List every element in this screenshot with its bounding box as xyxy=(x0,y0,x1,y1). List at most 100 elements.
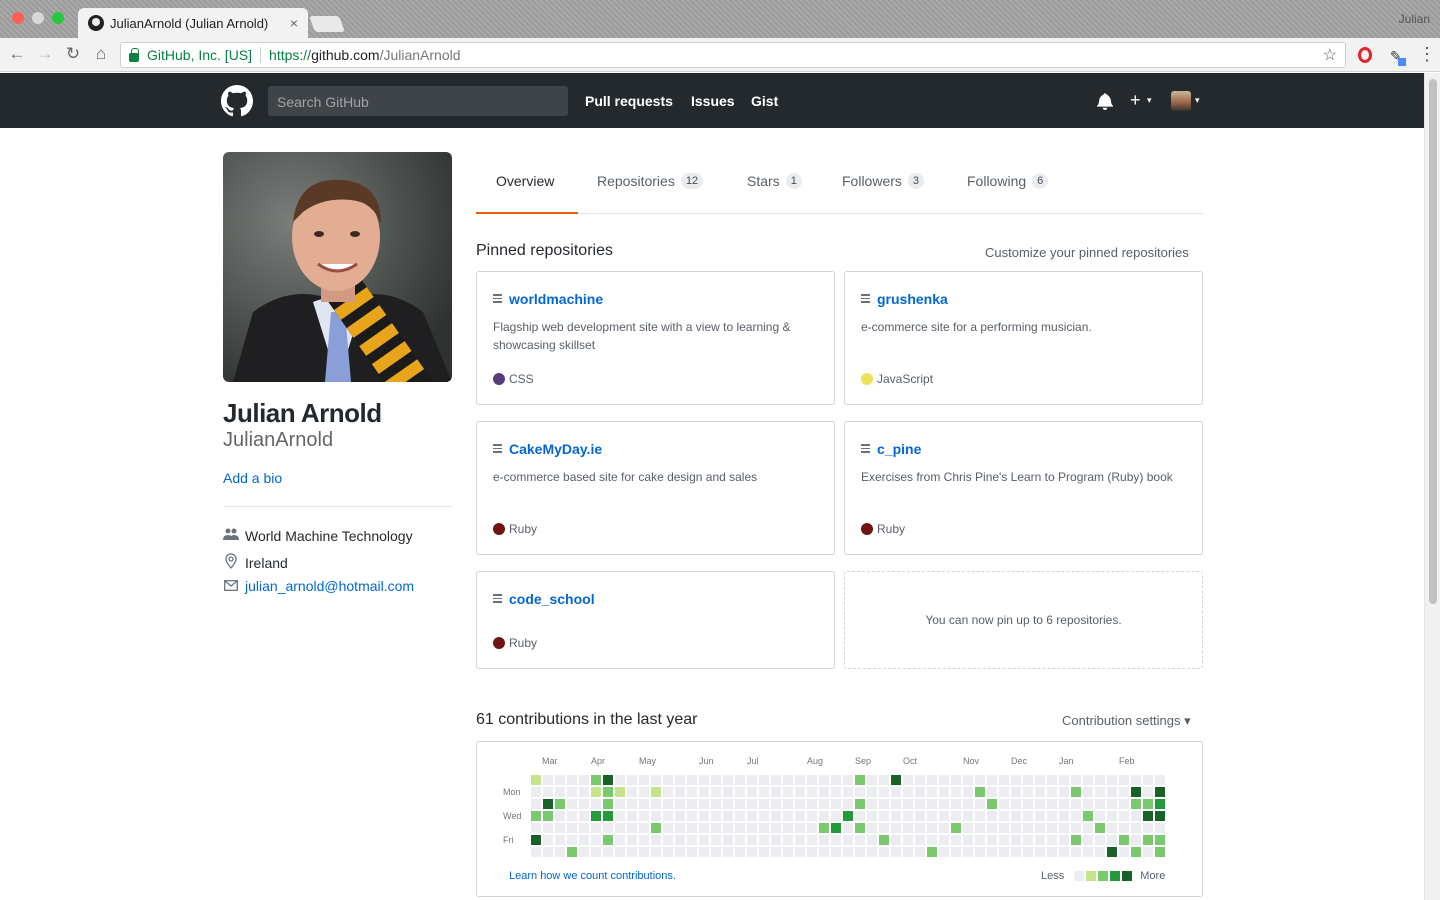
contribution-day[interactable] xyxy=(567,775,577,785)
contribution-day[interactable] xyxy=(915,799,925,809)
contribution-day[interactable] xyxy=(663,847,673,857)
contribution-day[interactable] xyxy=(723,787,733,797)
contribution-day[interactable] xyxy=(1035,799,1045,809)
contribution-day[interactable] xyxy=(855,787,865,797)
contribution-day[interactable] xyxy=(783,811,793,821)
contribution-day[interactable] xyxy=(867,811,877,821)
contribution-day[interactable] xyxy=(903,835,913,845)
contribution-day[interactable] xyxy=(711,847,721,857)
contribution-day[interactable] xyxy=(783,835,793,845)
contribution-day[interactable] xyxy=(855,775,865,785)
contribution-day[interactable] xyxy=(1119,847,1129,857)
contribution-day[interactable] xyxy=(675,823,685,833)
contribution-day[interactable] xyxy=(1107,775,1117,785)
contribution-day[interactable] xyxy=(831,835,841,845)
contribution-day[interactable] xyxy=(999,775,1009,785)
contribution-day[interactable] xyxy=(987,835,997,845)
contribution-day[interactable] xyxy=(939,847,949,857)
contribution-day[interactable] xyxy=(591,775,601,785)
contribution-day[interactable] xyxy=(855,847,865,857)
contribution-day[interactable] xyxy=(903,775,913,785)
contribution-day[interactable] xyxy=(1095,847,1105,857)
contribution-day[interactable] xyxy=(783,847,793,857)
contribution-day[interactable] xyxy=(843,847,853,857)
contribution-day[interactable] xyxy=(1011,799,1021,809)
contribution-day[interactable] xyxy=(855,811,865,821)
contribution-day[interactable] xyxy=(1143,799,1153,809)
contribution-day[interactable] xyxy=(1023,835,1033,845)
contribution-day[interactable] xyxy=(1095,787,1105,797)
contribution-day[interactable] xyxy=(1143,787,1153,797)
contribution-day[interactable] xyxy=(735,847,745,857)
email-link[interactable]: julian_arnold@hotmail.com xyxy=(245,578,414,594)
contribution-day[interactable] xyxy=(567,787,577,797)
contribution-day[interactable] xyxy=(1107,835,1117,845)
contribution-day[interactable] xyxy=(975,799,985,809)
contribution-day[interactable] xyxy=(759,775,769,785)
contribution-day[interactable] xyxy=(783,775,793,785)
contribution-day[interactable] xyxy=(771,835,781,845)
contribution-day[interactable] xyxy=(747,799,757,809)
contribution-day[interactable] xyxy=(1119,775,1129,785)
contribution-day[interactable] xyxy=(591,787,601,797)
customize-pins-link[interactable]: Customize your pinned repositories xyxy=(985,245,1189,260)
contribution-day[interactable] xyxy=(963,811,973,821)
zoom-window-button[interactable] xyxy=(52,12,64,24)
contribution-day[interactable] xyxy=(1059,823,1069,833)
contribution-day[interactable] xyxy=(903,799,913,809)
contribution-day[interactable] xyxy=(939,823,949,833)
contribution-day[interactable] xyxy=(999,835,1009,845)
contribution-day[interactable] xyxy=(555,787,565,797)
contribution-day[interactable] xyxy=(651,811,661,821)
contribution-day[interactable] xyxy=(795,847,805,857)
contribution-day[interactable] xyxy=(1083,835,1093,845)
contribution-day[interactable] xyxy=(1143,775,1153,785)
contribution-day[interactable] xyxy=(687,847,697,857)
contribution-day[interactable] xyxy=(555,823,565,833)
contribution-day[interactable] xyxy=(543,811,553,821)
contribution-day[interactable] xyxy=(987,775,997,785)
contribution-day[interactable] xyxy=(699,787,709,797)
contribution-day[interactable] xyxy=(555,799,565,809)
contribution-day[interactable] xyxy=(603,799,613,809)
contribution-day[interactable] xyxy=(627,775,637,785)
contribution-day[interactable] xyxy=(795,835,805,845)
contribution-day[interactable] xyxy=(1083,799,1093,809)
contribution-day[interactable] xyxy=(1059,835,1069,845)
contribution-day[interactable] xyxy=(1083,847,1093,857)
contribution-day[interactable] xyxy=(735,811,745,821)
add-bio-link[interactable]: Add a bio xyxy=(223,470,282,486)
search-input[interactable]: Search GitHub xyxy=(268,86,568,116)
contribution-day[interactable] xyxy=(1107,787,1117,797)
contribution-day[interactable] xyxy=(1011,775,1021,785)
contribution-day[interactable] xyxy=(663,787,673,797)
scrollbar-thumb[interactable] xyxy=(1429,79,1437,604)
contribution-day[interactable] xyxy=(843,823,853,833)
contribution-day[interactable] xyxy=(783,799,793,809)
contribution-day[interactable] xyxy=(591,823,601,833)
contribution-day[interactable] xyxy=(723,811,733,821)
contribution-day[interactable] xyxy=(1155,823,1165,833)
contribution-day[interactable] xyxy=(807,775,817,785)
contribution-day[interactable] xyxy=(1035,835,1045,845)
contribution-day[interactable] xyxy=(843,811,853,821)
contribution-day[interactable] xyxy=(723,823,733,833)
contribution-day[interactable] xyxy=(963,787,973,797)
contribution-day[interactable] xyxy=(735,823,745,833)
contribution-day[interactable] xyxy=(591,847,601,857)
contribution-day[interactable] xyxy=(771,823,781,833)
contribution-day[interactable] xyxy=(747,847,757,857)
contribution-day[interactable] xyxy=(1155,847,1165,857)
contribution-day[interactable] xyxy=(939,775,949,785)
contribution-day[interactable] xyxy=(891,847,901,857)
contribution-day[interactable] xyxy=(951,835,961,845)
contribution-day[interactable] xyxy=(603,787,613,797)
tab-followers[interactable]: Followers 3 xyxy=(842,173,925,189)
contribution-day[interactable] xyxy=(747,823,757,833)
contribution-day[interactable] xyxy=(867,835,877,845)
contribution-day[interactable] xyxy=(639,811,649,821)
contribution-day[interactable] xyxy=(651,775,661,785)
minimize-window-button[interactable] xyxy=(32,12,44,24)
contribution-day[interactable] xyxy=(1095,799,1105,809)
contribution-day[interactable] xyxy=(855,823,865,833)
